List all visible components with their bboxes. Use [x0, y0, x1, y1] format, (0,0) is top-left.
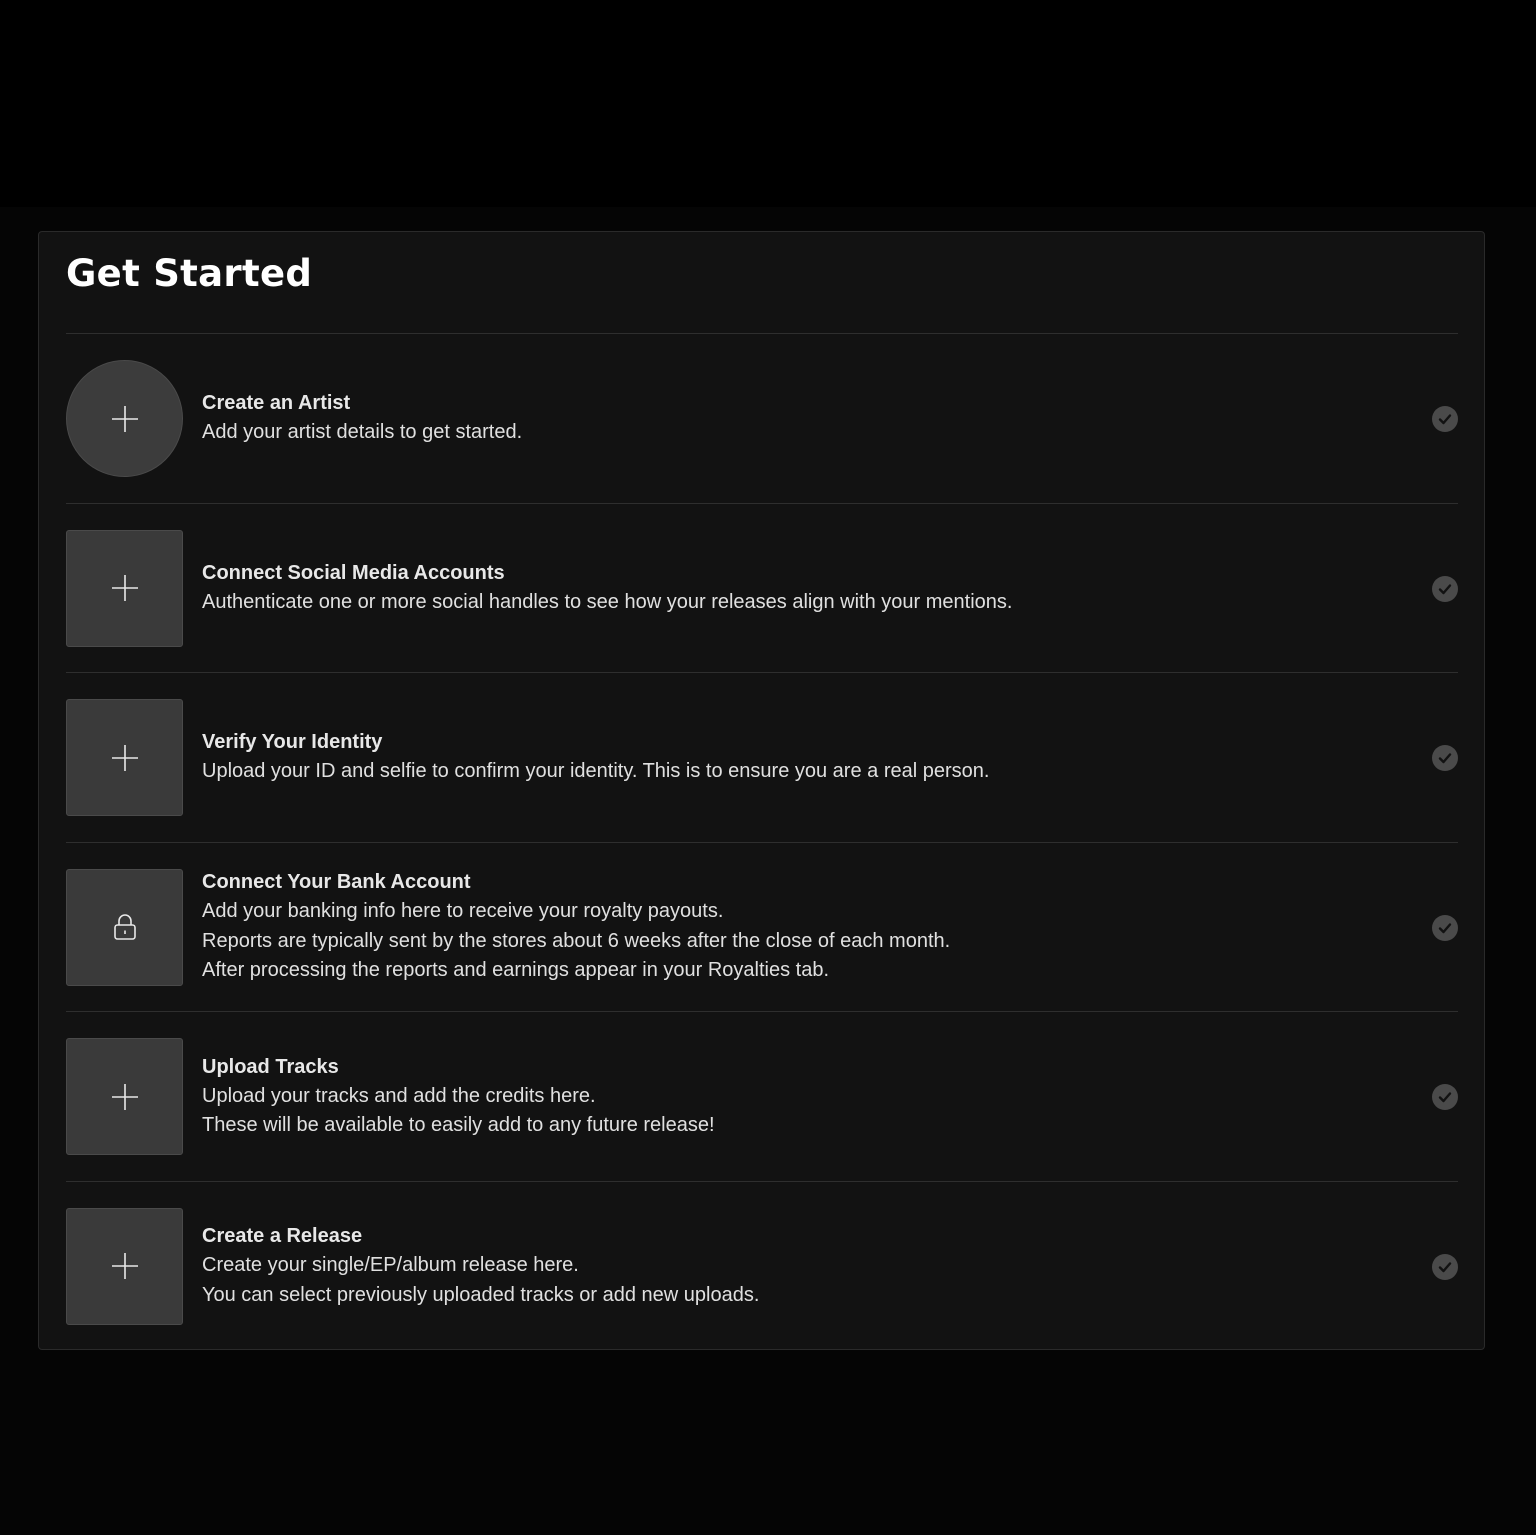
step-title: Create a Release — [202, 1225, 363, 1247]
lock-icon — [113, 914, 136, 940]
step-text: Connect Social Media Accounts Authentica… — [202, 504, 1378, 673]
step-description: Upload your tracks and add the credits h… — [202, 1084, 596, 1107]
check-circle-icon — [1432, 406, 1458, 432]
connect-social-button[interactable] — [66, 529, 183, 647]
step-description: These will be available to easily add to… — [202, 1114, 715, 1136]
step-description: Add your artist details to get started. — [202, 421, 523, 444]
upload-tracks-button[interactable] — [66, 1038, 183, 1155]
create-release-button[interactable] — [66, 1207, 183, 1325]
step-description: Authenticate one or more social handles … — [202, 590, 1013, 613]
step-description: Create your single/EP/album release here… — [202, 1254, 579, 1276]
step-description: After processing the reports and earning… — [202, 959, 830, 982]
plus-icon — [111, 1083, 138, 1110]
check-circle-icon — [1432, 1084, 1458, 1110]
verify-identity-button[interactable] — [66, 699, 183, 816]
check-circle-icon — [1432, 1253, 1458, 1280]
step-upload-tracks[interactable]: Upload Tracks Upload your tracks and add… — [66, 1012, 1458, 1182]
step-create-artist[interactable]: Create an Artist Add your artist details… — [66, 334, 1458, 504]
step-text: Create an Artist Add your artist details… — [202, 334, 1378, 503]
create-artist-button[interactable] — [66, 360, 183, 477]
step-title: Connect Social Media Accounts — [202, 561, 505, 584]
step-title: Upload Tracks — [202, 1055, 339, 1078]
page-title: Get Started — [66, 252, 313, 295]
plus-icon — [111, 405, 138, 432]
step-title: Verify Your Identity — [202, 731, 383, 754]
step-verify-identity[interactable]: Verify Your Identity Upload your ID and … — [66, 673, 1458, 843]
step-title: Connect Your Bank Account — [202, 871, 471, 894]
check-circle-icon — [1432, 745, 1458, 771]
step-text: Connect Your Bank Account Add your banki… — [202, 843, 1378, 1012]
check-circle-icon — [1432, 914, 1458, 941]
step-text: Upload Tracks Upload your tracks and add… — [202, 1012, 1378, 1181]
check-circle-icon — [1432, 575, 1458, 602]
step-description: Add your banking info here to receive yo… — [202, 900, 724, 923]
plus-icon — [111, 1253, 138, 1279]
step-description: Upload your ID and selfie to confirm you… — [202, 760, 990, 783]
step-connect-bank[interactable]: Connect Your Bank Account Add your banki… — [66, 843, 1458, 1012]
step-connect-social[interactable]: Connect Social Media Accounts Authentica… — [66, 504, 1458, 673]
step-title: Create an Artist — [202, 392, 351, 415]
connect-bank-button[interactable] — [66, 868, 183, 986]
get-started-card: Get Started Create an Artist Add your ar… — [38, 231, 1485, 1350]
step-description: Reports are typically sent by the stores… — [202, 929, 951, 952]
plus-icon — [111, 575, 138, 601]
step-description: You can select previously uploaded track… — [202, 1283, 760, 1306]
steps-list: Create an Artist Add your artist details… — [66, 334, 1458, 1351]
step-text: Verify Your Identity Upload your ID and … — [202, 673, 1378, 842]
step-text: Create a Release Create your single/EP/a… — [202, 1182, 1378, 1351]
step-create-release[interactable]: Create a Release Create your single/EP/a… — [66, 1182, 1458, 1352]
plus-icon — [111, 744, 138, 771]
